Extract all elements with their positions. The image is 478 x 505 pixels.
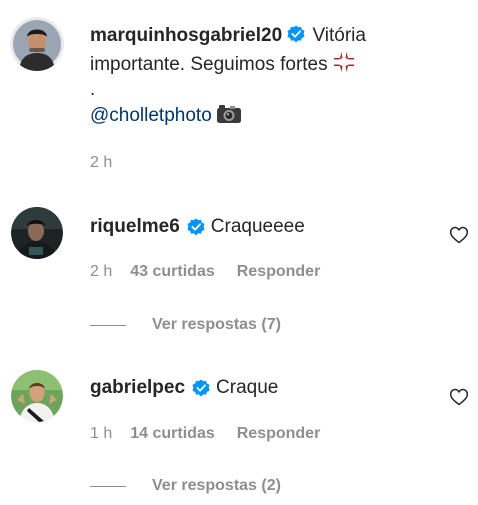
comment-text: Craque (216, 377, 279, 398)
verified-badge-icon (192, 379, 210, 397)
post-author-avatar[interactable] (10, 17, 64, 71)
view-replies-label: Ver respostas (7) (152, 316, 281, 333)
comment-line-2: gabrielpec Craque (90, 375, 278, 401)
mention-link[interactable]: @cholletphoto (90, 105, 212, 126)
view-replies-label: Ver respostas (2) (152, 477, 281, 494)
replies-divider-line (90, 324, 126, 326)
comment-timestamp[interactable]: 2 h (90, 263, 112, 281)
like-heart-icon[interactable] (449, 387, 469, 407)
like-heart-icon[interactable] (449, 225, 469, 245)
comment-line-1: riquelme6 Craqueeee (90, 214, 305, 240)
comment-username[interactable]: riquelme6 (90, 214, 180, 240)
post-meta: 2 h (90, 154, 130, 172)
camera-icon (216, 103, 242, 125)
post-caption: marquinhosgabriel20 Vitória importante. … (90, 21, 450, 130)
comment-likes-count[interactable]: 14 curtidas (130, 425, 214, 443)
view-replies-button[interactable]: Ver respostas (2) (90, 477, 281, 495)
replies-divider-line (90, 485, 126, 487)
caption-dot: . (90, 79, 96, 100)
comment-meta: 1 h 14 curtidas Responder (90, 425, 320, 443)
comment-likes-count[interactable]: 43 curtidas (130, 263, 214, 281)
post-author-username[interactable]: marquinhosgabriel20 (90, 25, 282, 46)
post-timestamp[interactable]: 2 h (90, 154, 112, 172)
verified-badge-icon (287, 25, 305, 43)
verified-badge-icon (187, 218, 205, 236)
comment-avatar-gabrielpec[interactable] (11, 370, 63, 422)
comment-text: Craqueeee (210, 216, 305, 237)
comment-meta: 2 h 43 curtidas Responder (90, 263, 320, 281)
comment-avatar-riquelme6[interactable] (11, 207, 63, 259)
comment-timestamp[interactable]: 1 h (90, 425, 112, 443)
reply-button[interactable]: Responder (237, 263, 321, 281)
comment-username[interactable]: gabrielpec (90, 375, 185, 401)
view-replies-button[interactable]: Ver respostas (7) (90, 316, 281, 334)
reply-button[interactable]: Responder (237, 425, 321, 443)
anger-symbol-icon (332, 50, 356, 74)
